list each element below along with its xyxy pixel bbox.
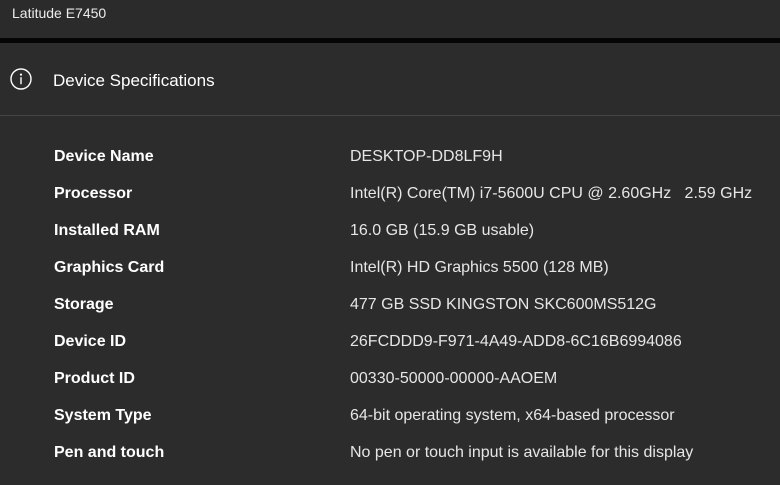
device-specifications-header[interactable]: Device Specifications (0, 43, 780, 115)
spec-value[interactable]: No pen or touch input is available for t… (350, 444, 693, 462)
spec-value[interactable]: 64-bit operating system, x64-based proce… (350, 407, 675, 425)
spec-row-product-id: Product ID 00330-50000-00000-AAOEM (0, 365, 780, 402)
spec-label: Device ID (54, 333, 127, 350)
spec-row-processor: Processor Intel(R) Core(TM) i7-5600U CPU… (0, 180, 780, 217)
spec-value[interactable]: 477 GB SSD KINGSTON SKC600MS512G (350, 296, 657, 314)
spec-row-system-type: System Type 64-bit operating system, x64… (0, 402, 780, 439)
spec-row-storage: Storage 477 GB SSD KINGSTON SKC600MS512G (0, 291, 780, 328)
spec-value[interactable]: 26FCDDD9-F971-4A49-ADD8-6C16B6994086 (350, 333, 682, 351)
info-icon (9, 67, 33, 91)
spec-value[interactable]: Intel(R) HD Graphics 5500 (128 MB) (350, 259, 609, 277)
spec-value[interactable]: 16.0 GB (15.9 GB usable) (350, 222, 534, 240)
spec-row-installed-ram: Installed RAM 16.0 GB (15.9 GB usable) (0, 217, 780, 254)
spec-label: Product ID (54, 370, 135, 387)
spec-label: Installed RAM (54, 222, 160, 239)
header-divider (0, 115, 780, 116)
spec-value[interactable]: 00330-50000-00000-AAOEM (350, 370, 557, 388)
device-title: Latitude E7450 (12, 5, 107, 21)
section-title: Device Specifications (53, 71, 215, 90)
spec-row-graphics-card: Graphics Card Intel(R) HD Graphics 5500 … (0, 254, 780, 291)
spec-value[interactable]: DESKTOP-DD8LF9H (350, 148, 503, 166)
spec-value[interactable]: Intel(R) Core(TM) i7-5600U CPU @ 2.60GHz… (350, 185, 752, 203)
spec-list: Device Name DESKTOP-DD8LF9H Processor In… (0, 143, 780, 476)
spec-label: System Type (54, 407, 152, 424)
spec-label: Storage (54, 296, 114, 313)
spec-label: Graphics Card (54, 259, 165, 276)
title-bar: Latitude E7450 (0, 0, 780, 38)
spec-row-device-id: Device ID 26FCDDD9-F971-4A49-ADD8-6C16B6… (0, 328, 780, 365)
device-specifications-panel: Device Specifications Device Name DESKTO… (0, 43, 780, 485)
spec-label: Pen and touch (54, 444, 165, 461)
spec-label: Device Name (54, 148, 154, 165)
spec-row-pen-and-touch: Pen and touch No pen or touch input is a… (0, 439, 780, 476)
spec-row-device-name: Device Name DESKTOP-DD8LF9H (0, 143, 780, 180)
spec-label: Processor (54, 185, 133, 202)
